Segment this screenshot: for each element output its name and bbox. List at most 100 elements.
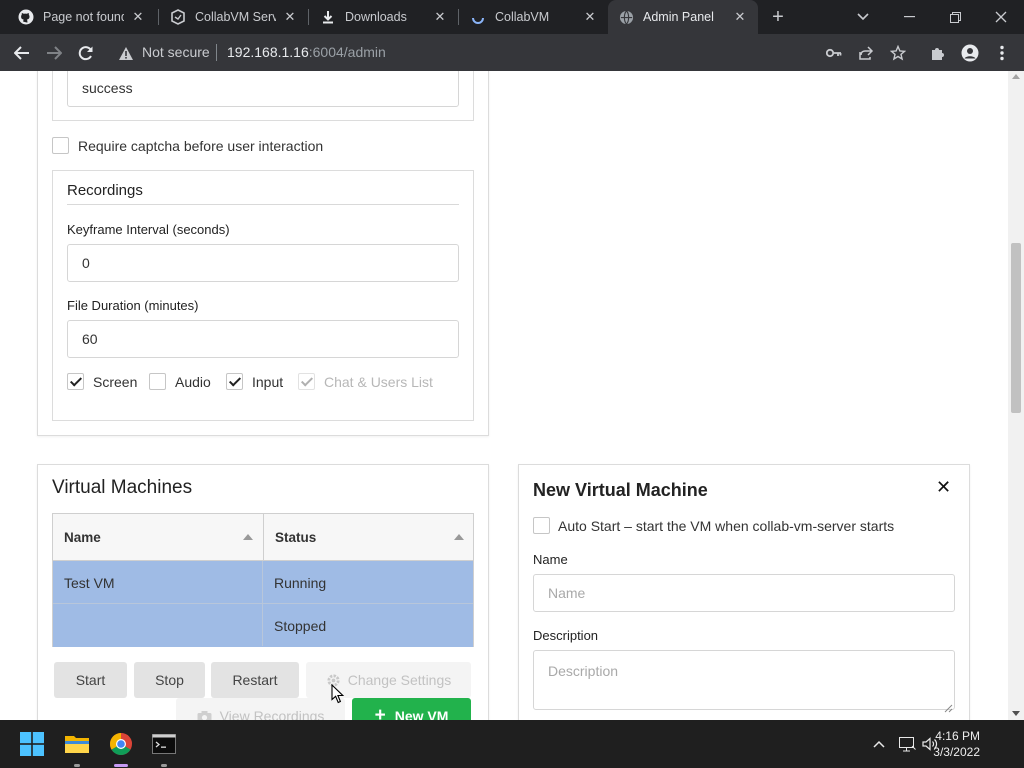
view-recordings-label: View Recordings [219,708,325,720]
tab-collabvm-server[interactable]: CollabVM Serve ✕ [160,0,308,34]
record-input-label: Input [252,374,284,390]
close-window-button[interactable] [978,0,1024,34]
windows-taskbar: 4:16 PM 3/3/2022 [0,720,1024,768]
url-path: :6004/admin [308,44,386,60]
tab-title: CollabVM Serve [195,10,276,24]
scroll-up-arrow-icon[interactable] [1012,74,1020,79]
record-input-checkbox[interactable] [226,373,243,390]
windows-start-icon[interactable] [17,729,47,759]
vm-name-cell [53,604,263,647]
collabvm-server-icon [170,9,186,25]
column-header-label: Name [64,529,101,545]
security-label: Not secure [142,44,210,60]
url-host: 192.168.1.16 [227,44,309,60]
restart-vm-button[interactable]: Restart [211,662,299,698]
mouse-cursor-icon [331,683,345,704]
tab-search-chevron-icon[interactable] [840,0,886,34]
clock-time: 4:16 PM [935,729,980,743]
tab-title: CollabVM [495,10,550,24]
back-button[interactable] [6,34,38,71]
change-settings-label: Change Settings [347,672,452,688]
menu-kebab-icon[interactable] [991,42,1013,64]
close-icon[interactable]: ✕ [936,477,951,498]
close-icon[interactable]: ✕ [130,9,146,25]
close-icon[interactable]: ✕ [282,9,298,25]
file-duration-label: File Duration (minutes) [67,298,199,313]
keyframe-interval-label: Keyframe Interval (seconds) [67,222,230,237]
new-vm-label: New VM [394,708,449,720]
tab-page-not-found[interactable]: Page not found ✕ [8,0,156,34]
profile-avatar-icon[interactable] [959,42,981,64]
column-header-label: Status [275,529,317,545]
share-icon[interactable] [855,42,877,64]
camera-icon [197,710,212,720]
vm-name-cell: Test VM [64,574,115,591]
view-recordings-button[interactable]: View Recordings [176,698,345,720]
require-captcha-checkbox[interactable] [52,137,69,154]
tab-admin-panel[interactable]: Admin Panel ✕ [608,0,758,34]
vm-name-label: Name [533,552,568,567]
tab-collabvm[interactable]: CollabVM ✕ [460,0,608,34]
terminal-icon[interactable] [149,729,179,759]
page-scrollbar[interactable] [1008,71,1024,720]
recordings-title: Recordings [67,182,143,199]
vm-description-textarea[interactable]: Description [533,650,955,710]
minimize-button[interactable] [886,0,932,34]
record-audio-checkbox[interactable] [149,373,166,390]
new-tab-button[interactable]: + [767,4,789,30]
restore-button[interactable] [932,0,978,34]
virtual-machines-title: Virtual Machines [52,477,193,498]
new-vm-button[interactable]: + New VM [352,698,471,720]
extensions-puzzle-icon[interactable] [927,42,949,64]
new-vm-title: New Virtual Machine [533,480,708,500]
key-icon[interactable] [823,42,845,64]
auto-start-checkbox[interactable] [533,517,550,534]
scrollbar-thumb[interactable] [1011,243,1021,413]
system-clock[interactable]: 4:16 PM 3/3/2022 [933,728,980,760]
tab-downloads[interactable]: Downloads ✕ [310,0,458,34]
network-icon[interactable] [897,734,917,754]
forward-button[interactable] [38,34,70,71]
record-chat-users-label: Chat & Users List [324,374,433,390]
record-audio-label: Audio [175,374,211,390]
chevron-up-icon[interactable] [869,734,889,754]
status-input[interactable]: success [67,71,459,107]
record-screen-checkbox[interactable] [67,373,84,390]
sort-ascending-icon [454,534,464,540]
column-header-name[interactable]: Name [53,514,263,561]
stop-vm-button[interactable]: Stop [134,662,205,698]
download-icon [320,9,336,25]
close-icon[interactable]: ✕ [732,9,748,25]
vm-status-cell: Running [274,574,327,591]
chrome-icon[interactable] [106,729,136,759]
scroll-down-arrow-icon[interactable] [1012,711,1020,716]
clock-date: 3/3/2022 [933,745,980,759]
bookmark-star-icon[interactable] [887,42,909,64]
file-explorer-icon[interactable] [62,729,92,759]
require-captcha-label: Require captcha before user interaction [78,138,324,154]
vm-description-label: Description [533,628,599,643]
page-content: success Require captcha before user inte… [0,71,1008,720]
table-row[interactable]: Stopped [53,604,473,647]
keyframe-interval-input[interactable]: 0 [67,244,459,282]
address-bar[interactable]: Not secure 192.168.1.16:6004/admin [108,38,922,67]
tab-title: Admin Panel [643,10,714,24]
github-icon [18,9,34,25]
globe-icon [618,9,634,25]
close-icon[interactable]: ✕ [432,9,448,25]
column-header-status[interactable]: Status [263,514,473,561]
start-vm-button[interactable]: Start [54,662,127,698]
textarea-resize-handle[interactable] [944,700,953,713]
url-text: 192.168.1.16:6004/admin [227,44,386,60]
vm-table: Name Status Test VM Running Stopped [52,513,474,647]
file-duration-input[interactable]: 60 [67,320,459,358]
vm-status-cell: Stopped [274,617,327,634]
reload-button[interactable] [70,34,102,71]
not-secure-warning-icon[interactable] [116,43,136,63]
table-row[interactable]: Test VM Running [53,561,473,604]
vm-name-input[interactable]: Name [533,574,955,612]
record-chat-users-checkbox [298,373,315,390]
browser-tab-strip: Page not found ✕ CollabVM Serve ✕ Downlo… [0,0,1024,34]
tab-title: Page not found [43,10,124,24]
close-icon[interactable]: ✕ [582,9,598,25]
